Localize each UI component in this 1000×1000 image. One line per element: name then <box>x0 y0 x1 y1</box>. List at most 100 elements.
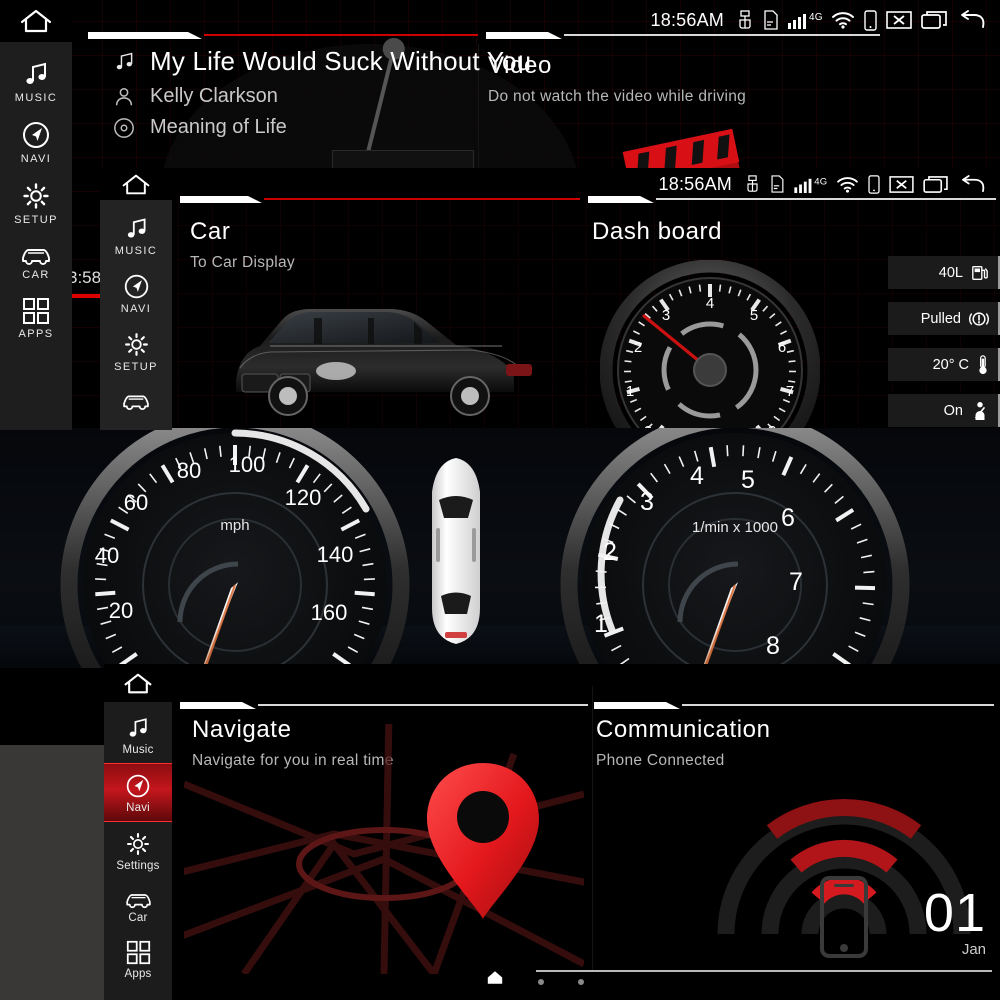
music-note-icon <box>112 51 136 73</box>
sidebar-item-car[interactable]: CAR <box>0 233 72 288</box>
date-display: 01 Jan <box>924 886 986 958</box>
svg-text:6: 6 <box>781 504 795 532</box>
sidebar-item-setup[interactable]: SETUP <box>100 322 172 380</box>
sidebar-item-label: SETUP <box>14 214 58 226</box>
svg-text:20: 20 <box>109 598 133 623</box>
status-clock: 18:56AM <box>658 173 732 194</box>
navigation-arrow-icon <box>126 774 150 798</box>
communication-pane[interactable]: Communication Phone Connected <box>596 716 771 770</box>
bottom-nav-bar <box>484 968 1000 992</box>
svg-text:5: 5 <box>741 466 755 494</box>
thermometer-icon <box>979 354 987 374</box>
svg-text:1: 1 <box>626 383 634 400</box>
now-playing-artist-row: Kelly Clarkson <box>112 85 531 108</box>
sidebar-item-car[interactable] <box>100 380 172 418</box>
speedometer-gauge: mph 20 40 60 80 100 120 140 160 <box>60 428 410 668</box>
sidebar-item-label: MUSIC <box>114 245 158 257</box>
signal-bars-icon: 4G <box>788 10 822 30</box>
disc-icon <box>112 117 136 139</box>
car-icon <box>123 395 149 410</box>
sidebar-item-apps[interactable]: APPS <box>0 288 72 347</box>
sidebar-item-apps[interactable]: Apps <box>104 931 172 987</box>
infotainment-mockup: MUSIC NAVI SETUP CAR APPS 18:56AM 4G My … <box>0 0 1000 1000</box>
sidebar-item-car[interactable]: Car <box>104 879 172 931</box>
sidebar-item-navi[interactable]: NAVI <box>100 264 172 322</box>
sidebar-item-setup[interactable]: SETUP <box>0 172 72 233</box>
communication-tab-indicator[interactable] <box>594 700 994 710</box>
sidebar-item-settings[interactable]: Settings <box>104 822 172 879</box>
now-playing: My Life Would Suck Without You Kelly Cla… <box>112 46 531 147</box>
sd-card-icon <box>762 10 779 30</box>
readout-handbrake[interactable]: Pulled <box>888 302 1000 335</box>
now-playing-title-row: My Life Would Suck Without You <box>112 46 531 77</box>
svg-text:5: 5 <box>750 307 758 324</box>
dashboard-readouts: 40L Pulled 20° C On <box>888 256 1000 430</box>
panel-divider <box>592 686 593 970</box>
tachometer-gauge-small: 012 345 678 <box>600 260 820 430</box>
home-button[interactable] <box>104 664 172 702</box>
person-icon <box>112 86 136 108</box>
readout-fuel[interactable]: 40L <box>888 256 1000 289</box>
navigation-arrow-icon <box>124 274 148 299</box>
readout-value: 20° C <box>932 356 969 373</box>
back-icon[interactable] <box>959 174 986 194</box>
grid-apps-icon <box>23 298 49 324</box>
track-artist: Kelly Clarkson <box>150 85 278 107</box>
wifi-icon <box>836 176 859 193</box>
svg-text:4: 4 <box>690 462 704 490</box>
now-playing-album-row: Meaning of Life <box>112 116 531 139</box>
signal-bars-icon: 4G <box>794 175 827 194</box>
sidebar-item-label: Settings <box>116 860 160 872</box>
fuel-pump-icon <box>972 265 988 280</box>
sidebar-navigate-screen: Music Navi Settings Car Apps <box>104 702 172 1000</box>
sidebar-item-navi[interactable]: NAVI <box>0 111 72 172</box>
phone-icon <box>864 9 877 31</box>
bottom-divider <box>536 970 992 972</box>
svg-text:3: 3 <box>640 488 654 516</box>
communication-subtitle: Phone Connected <box>596 752 725 769</box>
car-pane[interactable]: Car To Car Display <box>190 218 295 272</box>
mute-icon[interactable] <box>889 175 914 194</box>
page-dot[interactable] <box>538 979 544 985</box>
sidebar-item-label: Navi <box>126 802 150 814</box>
sidebar-item-music[interactable]: Music <box>104 706 172 763</box>
car-screen: MUSIC NAVI SETUP 18:56AM 4G Car To Car D… <box>100 168 1000 430</box>
back-icon[interactable] <box>958 10 986 30</box>
sidebar-item-music[interactable]: MUSIC <box>0 50 72 111</box>
readout-value: Pulled <box>920 310 961 327</box>
svg-text:120: 120 <box>285 485 322 510</box>
sidebar-item-label: APPS <box>18 328 54 340</box>
phone-icon <box>868 174 880 194</box>
home-icon[interactable] <box>486 970 504 990</box>
car-icon <box>22 249 50 265</box>
video-pane[interactable]: Video Do not watch the video while drivi… <box>488 52 746 106</box>
svg-text:140: 140 <box>317 542 354 567</box>
svg-text:100: 100 <box>229 452 266 477</box>
svg-text:2: 2 <box>634 339 642 356</box>
music-note-icon <box>129 718 147 737</box>
communication-title: Communication <box>596 716 771 743</box>
recents-icon[interactable] <box>921 10 949 30</box>
svg-text:1: 1 <box>594 610 608 638</box>
navigate-screen: Music Navi Settings Car Apps Navigate Na… <box>104 664 1000 1000</box>
sidebar-item-label: NAVI <box>20 153 52 165</box>
sidebar-item-music[interactable]: MUSIC <box>100 206 172 264</box>
grid-apps-icon <box>126 940 150 965</box>
dashboard-pane[interactable]: Dash board <box>592 218 722 246</box>
page-dot[interactable] <box>578 979 584 985</box>
mute-icon[interactable] <box>886 10 912 30</box>
svg-text:7: 7 <box>786 383 794 400</box>
track-title: My Life Would Suck Without You <box>150 46 532 76</box>
gear-icon <box>126 832 150 856</box>
recents-icon[interactable] <box>923 175 950 194</box>
sidebar-item-navi[interactable]: Navi <box>104 763 172 822</box>
usb-icon <box>737 10 753 30</box>
video-title: Video <box>488 52 552 79</box>
rpm-unit-label: 1/min x 1000 <box>692 519 778 536</box>
sidebar-item-label: CAR <box>22 269 50 281</box>
sidebar-car-screen: MUSIC NAVI SETUP <box>100 198 172 430</box>
readout-temperature[interactable]: 20° C <box>888 348 1000 381</box>
map-pin-icon <box>427 763 539 919</box>
readout-seatbelt[interactable]: On <box>888 394 1000 427</box>
navigate-tab-indicator[interactable] <box>180 700 588 710</box>
